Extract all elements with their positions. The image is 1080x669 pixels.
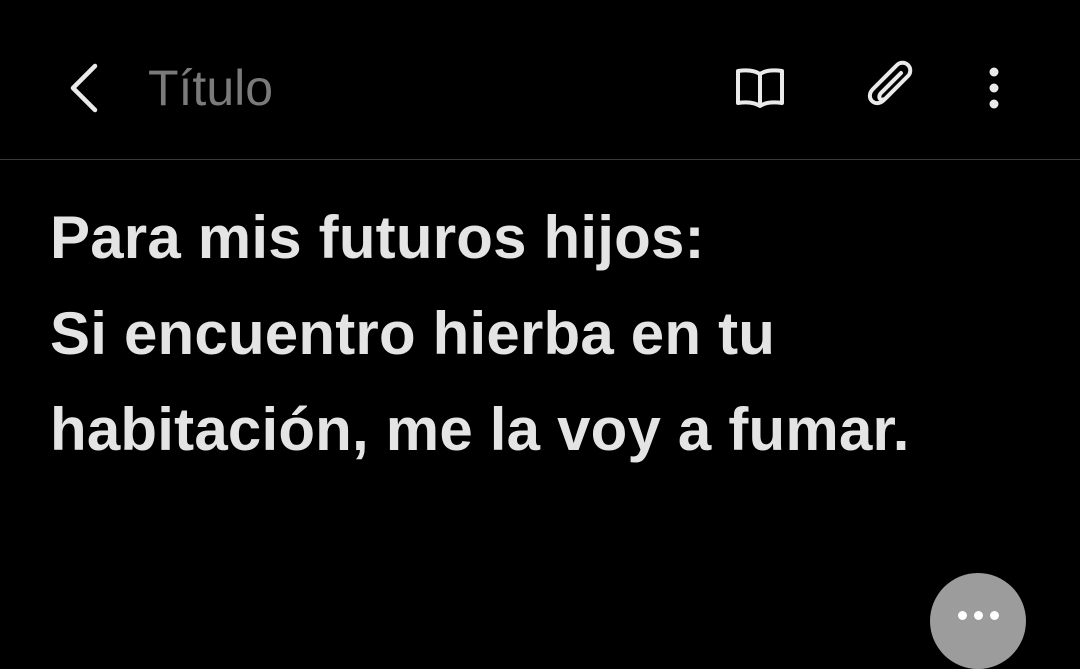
note-content[interactable]: Para mis futuros hijos: Si encuentro hie… — [50, 190, 1050, 478]
more-options-button[interactable] — [970, 56, 1018, 120]
note-line: Para mis futuros hijos: — [50, 204, 705, 271]
chevron-left-icon — [70, 63, 98, 113]
reading-mode-button[interactable] — [728, 56, 792, 120]
attach-button[interactable] — [860, 54, 926, 120]
open-book-icon — [736, 68, 784, 108]
title-input[interactable]: Título — [148, 58, 568, 118]
paperclip-icon — [867, 60, 913, 106]
vertical-dots-icon — [989, 67, 999, 109]
note-toolbar: Título — [0, 0, 1080, 159]
note-line: habitación, me la voy a fumar. — [50, 396, 910, 463]
more-horizontal-icon — [957, 611, 999, 620]
note-line: Si encuentro hierba en tu — [50, 300, 776, 367]
toolbar-divider — [0, 159, 1080, 160]
back-button[interactable] — [56, 56, 112, 120]
floating-action-button[interactable] — [930, 573, 1026, 669]
